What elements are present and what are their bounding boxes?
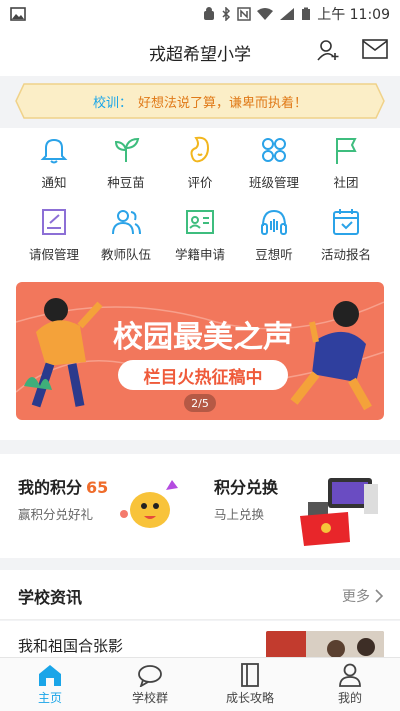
- top-bar: 戎超希望小学: [0, 28, 400, 76]
- menu-item-activity[interactable]: 活动报名: [308, 206, 384, 266]
- chevron-right-icon: [375, 589, 384, 603]
- news-list-item[interactable]: 我和祖国合张影: [0, 621, 400, 661]
- nfc-icon: [237, 7, 251, 21]
- headphones-icon: [261, 209, 287, 235]
- carousel-page-indicator: 2/5: [184, 394, 216, 412]
- mascot-icon: [120, 480, 178, 528]
- home-icon: [39, 665, 61, 686]
- tab-home[interactable]: 主页: [0, 658, 100, 711]
- menu-item-listen[interactable]: 豆想听: [236, 206, 312, 266]
- menu-label: 评价: [187, 175, 213, 190]
- users-icon: [112, 210, 141, 235]
- calendar-icon: [333, 209, 359, 235]
- news-item-title: 我和祖国合张影: [18, 637, 124, 655]
- android-icon: [204, 7, 215, 20]
- menu-item-leave[interactable]: 请假管理: [16, 206, 92, 266]
- mail-icon[interactable]: [362, 38, 388, 60]
- menu-label: 活动报名: [320, 247, 371, 262]
- news-title: 学校资讯: [18, 588, 83, 607]
- menu-item-notice[interactable]: 通知: [16, 134, 92, 194]
- profile-icon: [339, 663, 361, 687]
- menu-label: 请假管理: [28, 247, 79, 262]
- news-header: 学校资讯 更多: [0, 570, 400, 620]
- menu-label: 豆想听: [255, 247, 293, 262]
- bell-icon: [40, 138, 68, 164]
- feature-grid: 通知 种豆苗 评价 班级管理 社团 请假管理 教师队伍 学籍申请 豆想听 活动报…: [0, 128, 400, 270]
- menu-label: 通知: [41, 175, 67, 190]
- tab-school-group[interactable]: 学校群: [100, 658, 200, 711]
- menu-item-evaluate[interactable]: 评价: [162, 134, 238, 194]
- exchange-title: 积分兑换: [214, 478, 279, 497]
- promo-carousel[interactable]: 校园最美之声 栏目火热征稿中 2/5: [16, 282, 384, 420]
- book-icon: [241, 663, 259, 687]
- motto-banner: 校训： 好想法说了算，谦卑而执着！: [14, 82, 386, 120]
- form-icon: [42, 209, 66, 235]
- my-points-title: 我的积分: [18, 478, 83, 497]
- signal-icon: [280, 8, 295, 20]
- battery-icon: [302, 7, 311, 20]
- menu-item-club[interactable]: 社团: [308, 134, 384, 194]
- gift-icon: [300, 478, 378, 546]
- tab-profile[interactable]: 我的: [300, 658, 400, 711]
- news-more-label: 更多: [342, 589, 370, 605]
- flag-icon: [336, 138, 357, 164]
- carousel-headline: 校园最美之声: [113, 320, 293, 355]
- menu-item-enroll[interactable]: 学籍申请: [162, 206, 238, 266]
- tab-label: 我的: [337, 691, 362, 705]
- id-card-icon: [186, 210, 214, 234]
- menu-label: 学籍申请: [174, 247, 225, 262]
- points-section: 我的积分 65 赢积分兑好礼 积分兑换 马上兑换: [0, 454, 400, 558]
- grid-icon: [262, 138, 286, 162]
- news-more-link[interactable]: 更多: [342, 586, 384, 606]
- tab-label: 学校群: [131, 691, 168, 705]
- points-exchange-card[interactable]: 积分兑换 马上兑换: [200, 454, 400, 558]
- exchange-subtitle: 马上兑换: [214, 507, 265, 522]
- tab-growth-guide[interactable]: 成长攻略: [200, 658, 300, 711]
- add-user-icon[interactable]: [316, 38, 340, 62]
- my-points-value: 65: [86, 478, 109, 497]
- bean-icon: [190, 136, 210, 163]
- wifi-icon: [257, 8, 274, 20]
- page-title: 戎超希望小学: [149, 44, 251, 65]
- menu-label: 教师队伍: [100, 247, 151, 262]
- image-icon: [10, 7, 26, 21]
- menu-item-teachers[interactable]: 教师队伍: [88, 206, 164, 266]
- menu-item-sprout[interactable]: 种豆苗: [88, 134, 164, 194]
- sprout-icon: [114, 137, 140, 162]
- status-time: 上午 11:09: [317, 7, 390, 23]
- my-points-subtitle: 赢积分兑好礼: [18, 507, 94, 522]
- bluetooth-icon: [222, 7, 231, 21]
- tab-label: 成长攻略: [225, 691, 274, 705]
- carousel-subline: 栏目火热征稿中: [143, 367, 263, 388]
- chat-icon: [138, 665, 162, 687]
- motto-text: 好想法说了算，谦卑而执着！: [138, 95, 308, 111]
- menu-label: 社团: [333, 175, 359, 190]
- motto-label: 校训：: [92, 95, 132, 111]
- bottom-tab-bar: 主页 学校群 成长攻略 我的: [0, 657, 400, 711]
- carousel-subline-pill: 栏目火热征稿中: [118, 360, 288, 390]
- tab-label: 主页: [37, 691, 62, 705]
- menu-label: 班级管理: [248, 175, 299, 190]
- menu-item-class[interactable]: 班级管理: [236, 134, 312, 194]
- status-bar: 上午 11:09: [0, 0, 400, 28]
- my-points-card[interactable]: 我的积分 65 赢积分兑好礼: [0, 454, 200, 558]
- menu-label: 种豆苗: [107, 175, 145, 190]
